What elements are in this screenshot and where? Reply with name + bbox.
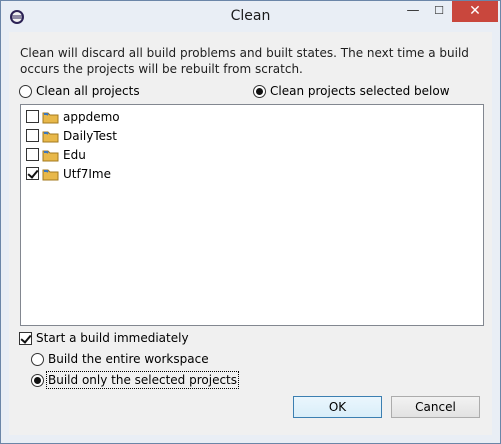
list-item[interactable]: appdemo — [26, 107, 120, 126]
clean-dialog: Clean — ☐ ✕ Clean will discard all build… — [0, 0, 501, 444]
build-entire-workspace-label: Build the entire workspace — [48, 352, 209, 366]
build-selected-projects-radio[interactable] — [31, 373, 44, 387]
start-build-checkbox[interactable] — [19, 331, 32, 345]
build-entire-workspace-option[interactable]: Build the entire workspace — [31, 352, 209, 366]
list-item[interactable]: DailyTest — [26, 126, 117, 145]
clean-selected-projects-label: Clean projects selected below — [270, 84, 450, 98]
close-button[interactable]: ✕ — [452, 1, 498, 22]
clean-all-projects-radio[interactable] — [19, 84, 32, 98]
project-folder-icon — [42, 147, 60, 163]
project-checkbox[interactable] — [26, 167, 39, 180]
minimize-button[interactable]: — — [400, 2, 426, 22]
build-selected-projects-label: Build only the selected projects — [45, 371, 240, 389]
description-text: Clean will discard all build problems an… — [20, 46, 469, 76]
project-checkbox[interactable] — [26, 129, 39, 142]
clean-all-projects-label: Clean all projects — [36, 84, 140, 98]
ok-button[interactable]: OK — [293, 396, 382, 418]
project-folder-icon — [42, 109, 60, 125]
title-bar: Clean — ☐ ✕ — [1, 1, 500, 32]
project-name: appdemo — [63, 109, 120, 124]
project-name: DailyTest — [63, 128, 117, 143]
maximize-button[interactable]: ☐ — [426, 2, 452, 22]
clean-all-projects-option[interactable]: Clean all projects — [19, 84, 140, 98]
build-entire-workspace-radio[interactable] — [31, 352, 44, 366]
start-build-label: Start a build immediately — [36, 331, 189, 345]
project-checkbox[interactable] — [26, 110, 39, 123]
start-build-option[interactable]: Start a build immediately — [19, 331, 189, 345]
project-list[interactable]: appdemo DailyTest Edu Utf7Ime — [20, 104, 484, 326]
project-folder-icon — [42, 166, 60, 182]
build-selected-projects-option[interactable]: Build only the selected projects — [31, 371, 240, 389]
project-checkbox[interactable] — [26, 148, 39, 161]
cancel-button[interactable]: Cancel — [391, 396, 480, 418]
clean-selected-projects-option[interactable]: Clean projects selected below — [253, 84, 450, 98]
list-item[interactable]: Utf7Ime — [26, 164, 111, 183]
project-folder-icon — [42, 128, 60, 144]
project-name: Edu — [63, 147, 86, 162]
list-item[interactable]: Edu — [26, 145, 86, 164]
clean-selected-projects-radio[interactable] — [253, 84, 266, 98]
project-name: Utf7Ime — [63, 166, 111, 181]
dialog-body: Clean will discard all build problems an… — [9, 32, 492, 435]
